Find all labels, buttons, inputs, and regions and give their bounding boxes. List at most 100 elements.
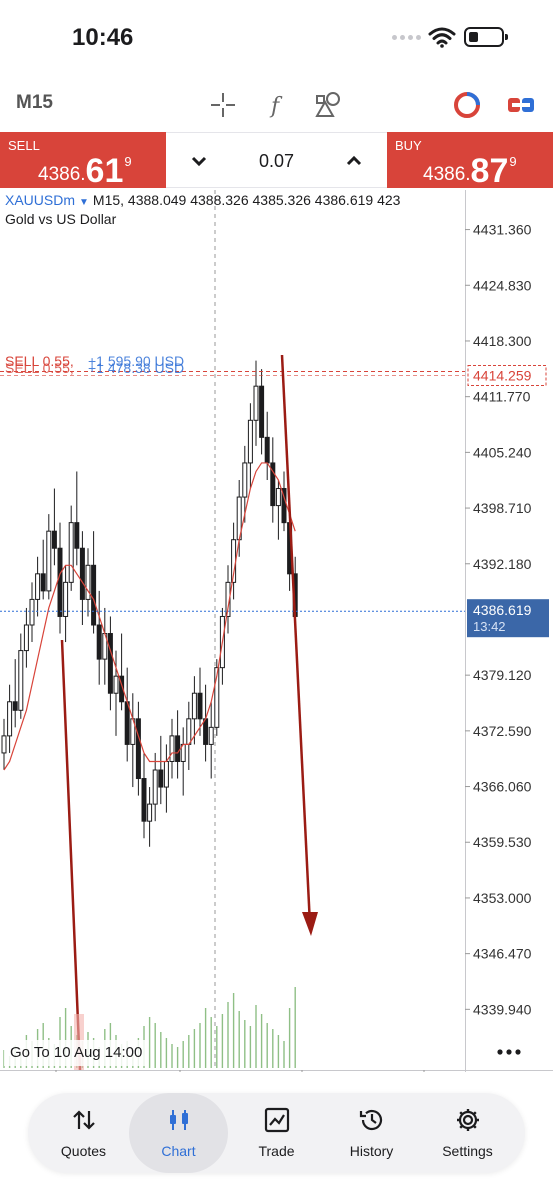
candle-body bbox=[124, 701, 130, 745]
nav-settings[interactable]: Settings bbox=[418, 1093, 517, 1173]
indicators-icon[interactable]: f bbox=[262, 90, 292, 120]
candle-body bbox=[85, 564, 91, 600]
bottom-navigation: Quotes Chart Trade History Settings bbox=[28, 1093, 525, 1173]
candle-body bbox=[96, 624, 102, 660]
volume-control: 0.07 bbox=[166, 132, 387, 188]
candle-body bbox=[40, 573, 46, 592]
chart-canvas[interactable]: 4431.360 4424.830 4418.300 4411.770 4405.240… bbox=[0, 190, 553, 1072]
candle-body bbox=[275, 488, 281, 507]
battery-icon bbox=[464, 27, 508, 47]
candle-body bbox=[147, 803, 153, 822]
candle-body bbox=[135, 718, 141, 780]
goto-date-label[interactable]: Go To 10 Aug 14:00 bbox=[4, 1040, 149, 1066]
nav-trade[interactable]: Trade bbox=[227, 1093, 326, 1173]
candle-body bbox=[107, 633, 113, 694]
settings-icon bbox=[457, 1109, 479, 1131]
increase-volume-icon[interactable] bbox=[343, 150, 365, 172]
buy-price: 4386.879 bbox=[423, 152, 517, 190]
sell-label: SELL bbox=[8, 138, 40, 153]
candle-body bbox=[51, 530, 57, 549]
y-tick-label: 4418.300 bbox=[473, 333, 532, 349]
sell-button[interactable]: SELL 4386.619 bbox=[0, 132, 166, 190]
crosshair-icon[interactable] bbox=[208, 90, 238, 120]
plot-area bbox=[0, 190, 465, 1070]
candle-body bbox=[68, 522, 74, 583]
candle-body bbox=[186, 718, 192, 745]
candle-body bbox=[264, 436, 270, 464]
chart-toolbar: M15 f bbox=[0, 80, 553, 130]
quotes-icon bbox=[73, 1110, 95, 1130]
status-time: 10:46 bbox=[72, 24, 134, 51]
nav-chart-label: Chart bbox=[161, 1143, 196, 1159]
one-click-trading-icon[interactable] bbox=[452, 90, 482, 120]
candle-body bbox=[12, 701, 18, 711]
objects-icon[interactable] bbox=[314, 90, 344, 120]
candle-body bbox=[18, 650, 24, 711]
candle-body bbox=[152, 769, 158, 805]
one-click-trade-bar: SELL 4386.619 0.07 BUY 4386.879 bbox=[0, 132, 553, 190]
candle-body bbox=[23, 624, 29, 652]
position-label-sell-2: SELL 0.55, bbox=[5, 360, 74, 376]
candle-body bbox=[247, 419, 253, 464]
y-tick-label: 4339.940 bbox=[473, 1001, 532, 1017]
candle-body bbox=[197, 692, 203, 720]
trade-panel-toggle-icon[interactable] bbox=[506, 90, 536, 120]
nav-trade-label: Trade bbox=[258, 1143, 295, 1159]
y-tick-label: 4411.770 bbox=[473, 389, 531, 405]
chart-icon bbox=[170, 1110, 188, 1130]
trade-icon bbox=[264, 1107, 290, 1133]
candle-body bbox=[169, 735, 175, 762]
status-bar: 10:46 bbox=[0, 0, 553, 76]
price-chart[interactable]: 4431.360 4424.830 4418.300 4411.770 4405.240… bbox=[0, 190, 553, 1072]
timeframe-selector[interactable]: M15 bbox=[16, 92, 53, 114]
nav-quotes[interactable]: Quotes bbox=[34, 1093, 133, 1173]
svg-text:f: f bbox=[269, 94, 283, 119]
y-tick-label: 4431.360 bbox=[473, 222, 532, 238]
y-tick-label: 4392.180 bbox=[473, 556, 532, 572]
candle-body bbox=[1, 735, 7, 754]
symbol-dropdown-icon[interactable]: ▼ bbox=[79, 197, 89, 208]
y-tick-label: 4346.470 bbox=[473, 946, 532, 962]
sell-price: 4386.619 bbox=[38, 152, 132, 190]
candle-body bbox=[175, 735, 181, 762]
ohlc-values: M15, 4388.049 4388.326 4385.326 4386.619… bbox=[92, 192, 401, 208]
buy-label: BUY bbox=[395, 138, 422, 153]
candle-body bbox=[29, 598, 35, 626]
nav-history[interactable]: History bbox=[322, 1093, 421, 1173]
candle-body bbox=[253, 385, 259, 421]
y-tick-label: 4372.590 bbox=[473, 723, 532, 739]
candle-body bbox=[158, 769, 164, 788]
y-tick-label: 4398.710 bbox=[473, 500, 532, 516]
y-tick-label: 4353.000 bbox=[473, 890, 532, 906]
nav-quotes-label: Quotes bbox=[60, 1143, 107, 1159]
candle-body bbox=[79, 547, 85, 600]
buy-button[interactable]: BUY 4386.879 bbox=[387, 132, 553, 190]
y-tick-label: 4359.530 bbox=[473, 834, 532, 850]
candle-body bbox=[57, 547, 63, 617]
symbol-name[interactable]: XAUUSDm bbox=[5, 192, 75, 208]
candle-body bbox=[113, 675, 119, 694]
candle-body bbox=[7, 701, 13, 737]
candle-body bbox=[46, 530, 52, 592]
candle-body bbox=[242, 462, 248, 498]
candle-body bbox=[35, 573, 41, 600]
candle-body bbox=[74, 522, 80, 549]
candle-body bbox=[163, 760, 169, 788]
candle-body bbox=[191, 692, 197, 720]
y-tick-label: 4405.240 bbox=[473, 444, 532, 460]
nav-settings-label: Settings bbox=[442, 1143, 493, 1159]
candle-body bbox=[203, 718, 209, 745]
chart-header: XAUUSDm ▼ M15, 4388.049 4388.326 4385.326 … bbox=[5, 192, 400, 208]
y-tick-label: 4424.830 bbox=[473, 277, 532, 293]
y-tick-label: 4379.120 bbox=[473, 667, 532, 683]
candle-body bbox=[208, 726, 214, 745]
nav-history-label: History bbox=[349, 1143, 394, 1159]
more-options-icon[interactable] bbox=[494, 1042, 524, 1062]
candle-body bbox=[259, 385, 265, 438]
countdown-label: 13:42 bbox=[473, 619, 506, 634]
nav-chart[interactable]: Chart bbox=[129, 1093, 228, 1173]
open-price-label: 4414.259 bbox=[473, 367, 532, 383]
symbol-description: Gold vs US Dollar bbox=[5, 211, 117, 227]
y-tick-label: 4366.060 bbox=[473, 779, 532, 795]
candle-body bbox=[91, 564, 97, 626]
